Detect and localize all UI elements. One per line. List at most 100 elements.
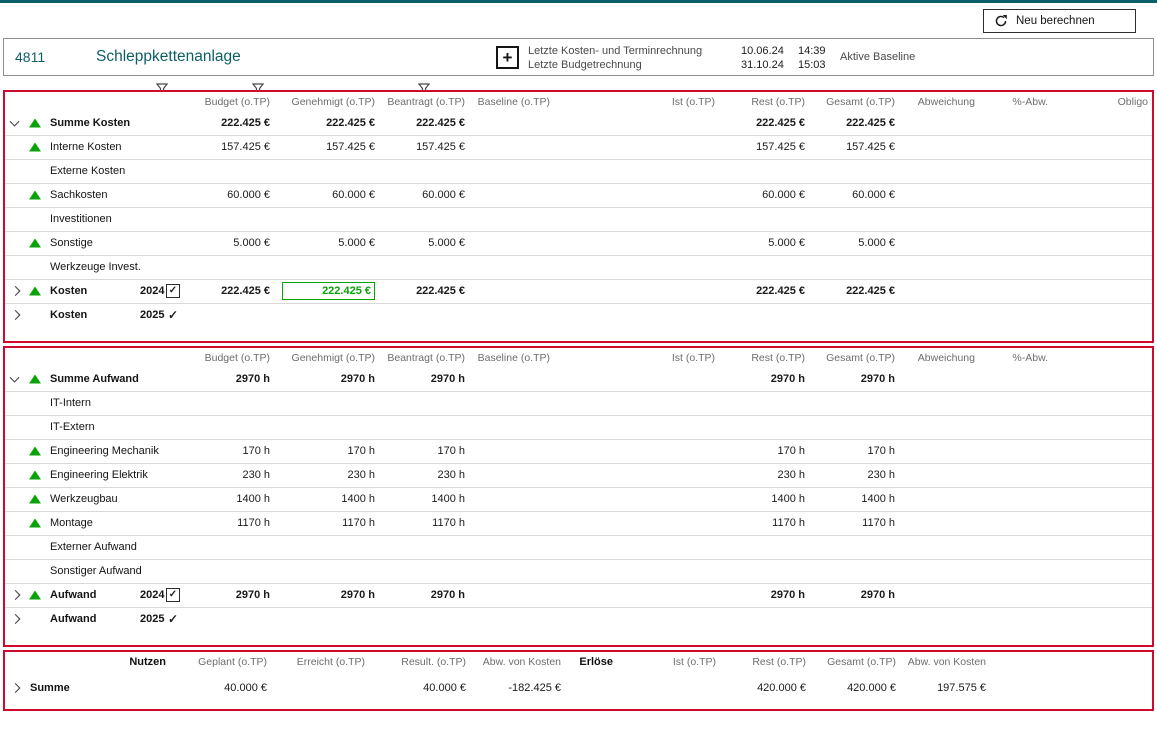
- value-cell: 170 h: [190, 439, 274, 463]
- year-checkbox[interactable]: ✓: [166, 284, 180, 298]
- spacer: [990, 652, 1152, 671]
- table-row[interactable]: Kosten2025✓: [5, 303, 1152, 327]
- chevron-down-icon[interactable]: [10, 372, 20, 382]
- table-row[interactable]: Werkzeugbau1400 h1400 h1400 h1400 h1400 …: [5, 487, 1152, 511]
- column-header[interactable]: Gesamt (o.TP): [810, 652, 900, 671]
- spacer: [1052, 559, 1152, 583]
- column-header[interactable]: Baseline (o.TP): [469, 92, 554, 111]
- header-row: Budget (o.TP)Genehmigt (o.TP)Beantragt (…: [5, 348, 1152, 367]
- table-row[interactable]: Interne Kosten157.425 €157.425 €157.425 …: [5, 135, 1152, 159]
- column-header[interactable]: Rest (o.TP): [719, 92, 809, 111]
- value-cell: 230 h: [274, 463, 379, 487]
- table-row[interactable]: Aufwand2024✓2970 h2970 h2970 h2970 h2970…: [5, 583, 1152, 607]
- spacer: [1052, 511, 1152, 535]
- value-cell: [271, 671, 369, 704]
- check-icon: ✓: [168, 612, 178, 626]
- value-cell: [274, 415, 379, 439]
- table-row[interactable]: IT-Extern: [5, 415, 1152, 439]
- year-checkbox[interactable]: ✓: [166, 588, 180, 602]
- value-cell: [554, 135, 719, 159]
- column-header[interactable]: Genehmigt (o.TP): [274, 92, 379, 111]
- column-header[interactable]: Abweichung: [899, 92, 979, 111]
- last-cost-calc-label: Letzte Kosten- und Terminrechnung: [528, 44, 702, 58]
- column-header[interactable]: Beantragt (o.TP): [379, 348, 469, 367]
- table-row[interactable]: Summe Kosten222.425 €222.425 €222.425 €2…: [5, 111, 1152, 135]
- column-header[interactable]: Gesamt (o.TP): [809, 348, 899, 367]
- column-header[interactable]: Genehmigt (o.TP): [274, 348, 379, 367]
- table-row[interactable]: Montage1170 h1170 h1170 h1170 h1170 h: [5, 511, 1152, 535]
- column-header[interactable]: Budget (o.TP): [190, 92, 274, 111]
- column-header[interactable]: Abw. von Kosten: [470, 652, 565, 671]
- column-header[interactable]: Obligo: [1052, 92, 1152, 111]
- value-cell: 1170 h: [190, 511, 274, 535]
- value-cell: [469, 255, 554, 279]
- value-cell: 60.000 €: [719, 183, 809, 207]
- value-cell: [379, 607, 469, 631]
- column-header[interactable]: Nutzen: [5, 652, 170, 671]
- selected-cell[interactable]: 222.425 €: [274, 279, 379, 303]
- value-cell: [899, 463, 979, 487]
- table-row[interactable]: Summe40.000 €40.000 €-182.425 €420.000 €…: [5, 671, 1152, 704]
- value-cell: [719, 391, 809, 415]
- table-row[interactable]: Externer Aufwand: [5, 535, 1152, 559]
- spacer: [990, 671, 1152, 704]
- value-cell: 1400 h: [809, 487, 899, 511]
- column-header[interactable]: Rest (o.TP): [720, 652, 810, 671]
- column-header[interactable]: Gesamt (o.TP): [809, 92, 899, 111]
- value-cell: [979, 303, 1052, 327]
- column-header[interactable]: Abweichung: [899, 348, 979, 367]
- value-cell: 2970 h: [190, 367, 274, 391]
- row-label: Kosten: [50, 309, 87, 321]
- table-row[interactable]: Summe Aufwand2970 h2970 h2970 h2970 h297…: [5, 367, 1152, 391]
- add-button[interactable]: +: [496, 46, 519, 69]
- row-label: Montage: [50, 517, 93, 529]
- row-label: Engineering Mechanik: [50, 445, 159, 457]
- table-row[interactable]: Aufwand2025✓: [5, 607, 1152, 631]
- value-cell: 5.000 €: [274, 231, 379, 255]
- effort-table: Budget (o.TP)Genehmigt (o.TP)Beantragt (…: [5, 348, 1152, 631]
- table-row[interactable]: Engineering Mechanik170 h170 h170 h170 h…: [5, 439, 1152, 463]
- column-header[interactable]: %-Abw.: [979, 92, 1052, 111]
- value-cell: [1052, 231, 1152, 255]
- value-cell: [899, 559, 979, 583]
- column-header[interactable]: [5, 92, 190, 111]
- column-header[interactable]: Beantragt (o.TP): [379, 92, 469, 111]
- active-baseline-label: Aktive Baseline: [840, 51, 915, 63]
- chevron-right-icon[interactable]: [11, 614, 21, 624]
- chevron-right-icon[interactable]: [11, 286, 21, 296]
- chevron-down-icon[interactable]: [10, 116, 20, 126]
- chevron-right-icon[interactable]: [11, 683, 21, 693]
- value-cell: [274, 535, 379, 559]
- table-row[interactable]: Werkzeuge Invest.: [5, 255, 1152, 279]
- value-cell: [979, 231, 1052, 255]
- column-header[interactable]: Erreicht (o.TP): [271, 652, 369, 671]
- recalculate-button[interactable]: Neu berechnen: [983, 9, 1136, 33]
- table-row[interactable]: IT-Intern: [5, 391, 1152, 415]
- column-header[interactable]: %-Abw.: [979, 348, 1052, 367]
- spacer: [1052, 367, 1152, 391]
- table-row[interactable]: Externe Kosten: [5, 159, 1152, 183]
- table-row[interactable]: Kosten2024✓222.425 €222.425 €222.425 €22…: [5, 279, 1152, 303]
- column-header[interactable]: Baseline (o.TP): [469, 348, 554, 367]
- column-header[interactable]: [5, 348, 190, 367]
- value-cell: 2970 h: [809, 367, 899, 391]
- column-header[interactable]: Geplant (o.TP): [170, 652, 271, 671]
- column-header[interactable]: Result. (o.TP): [369, 652, 470, 671]
- column-header[interactable]: Ist (o.TP): [617, 652, 720, 671]
- column-header[interactable]: Ist (o.TP): [554, 348, 719, 367]
- column-header[interactable]: Erlöse: [565, 652, 617, 671]
- table-row[interactable]: Engineering Elektrik230 h230 h230 h230 h…: [5, 463, 1152, 487]
- value-cell: [554, 183, 719, 207]
- column-header[interactable]: Rest (o.TP): [719, 348, 809, 367]
- value-cell: 157.425 €: [379, 135, 469, 159]
- column-header[interactable]: Abw. von Kosten: [900, 652, 990, 671]
- row-label-cell: Externer Aufwand: [5, 535, 190, 559]
- column-header[interactable]: Ist (o.TP): [554, 92, 719, 111]
- table-row[interactable]: Sachkosten60.000 €60.000 €60.000 €60.000…: [5, 183, 1152, 207]
- column-header[interactable]: Budget (o.TP): [190, 348, 274, 367]
- table-row[interactable]: Sonstiger Aufwand: [5, 559, 1152, 583]
- table-row[interactable]: Investitionen: [5, 207, 1152, 231]
- table-row[interactable]: Sonstige5.000 €5.000 €5.000 €5.000 €5.00…: [5, 231, 1152, 255]
- chevron-right-icon[interactable]: [11, 310, 21, 320]
- chevron-right-icon[interactable]: [11, 590, 21, 600]
